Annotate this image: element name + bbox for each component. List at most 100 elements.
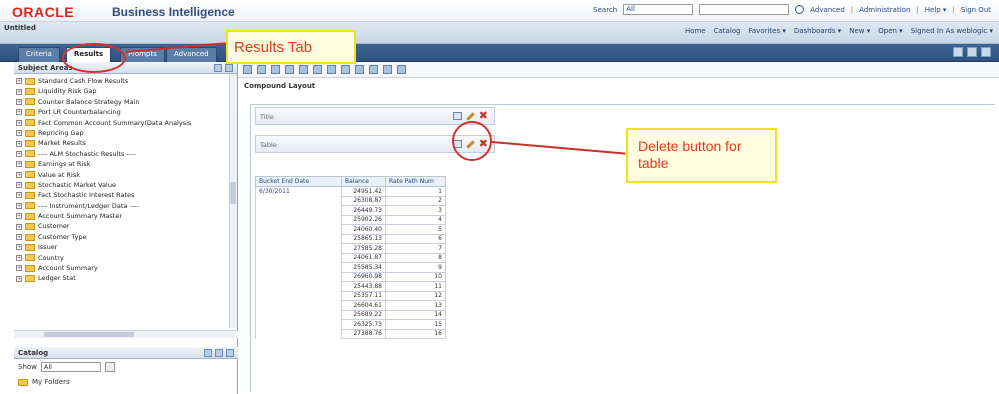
subject-area-item[interactable]: + Fact Common Account Summary(Data Analys…: [16, 118, 237, 128]
subject-area-label[interactable]: Country: [38, 253, 64, 263]
chart-icon[interactable]: [397, 65, 406, 74]
search-scope-select[interactable]: All: [623, 4, 694, 15]
pivot-icon[interactable]: [369, 65, 378, 74]
edit-view-icon[interactable]: [466, 111, 475, 121]
chevron-down-icon[interactable]: [104, 362, 115, 372]
tree-horizontal-scrollbar[interactable]: [14, 330, 238, 338]
search-icon[interactable]: [795, 5, 805, 14]
catalog-root[interactable]: My Folders: [32, 378, 70, 386]
expand-icon[interactable]: +: [16, 213, 22, 220]
subject-area-item[interactable]: + Customer: [16, 221, 237, 231]
subject-area-item[interactable]: + Issuer: [16, 242, 237, 252]
expand-icon[interactable]: +: [16, 88, 22, 95]
expand-icon[interactable]: +: [16, 78, 22, 85]
expand-icon[interactable]: +: [16, 171, 22, 178]
expand-icon[interactable]: +: [16, 140, 22, 147]
open-menu[interactable]: Open ▾: [878, 27, 902, 35]
home-link[interactable]: Home: [685, 27, 706, 35]
save-as-icon[interactable]: [967, 47, 977, 57]
expand-icon[interactable]: +: [16, 98, 22, 105]
subject-area-label[interactable]: Customer Type: [38, 232, 87, 242]
show-select[interactable]: All: [40, 362, 101, 372]
expand-icon[interactable]: +: [16, 130, 22, 137]
catalog-refresh-icon[interactable]: [226, 349, 234, 357]
view-properties-icon[interactable]: [452, 112, 462, 120]
subject-area-label[interactable]: Stochastic Market Value: [38, 180, 116, 190]
expand-icon[interactable]: +: [16, 275, 22, 282]
subject-area-item[interactable]: + ---- ALM Stochastic Results ----: [16, 149, 237, 159]
favorites-menu[interactable]: Favorites ▾: [749, 27, 786, 35]
subject-area-item[interactable]: + Repricing Gap: [16, 128, 237, 138]
subject-area-item[interactable]: + Customer Type: [16, 232, 237, 242]
add-icon[interactable]: [225, 64, 233, 72]
subject-area-item[interactable]: + ---- Instrument/Ledger Data ----: [16, 201, 237, 211]
expand-icon[interactable]: +: [16, 109, 22, 116]
subject-area-item[interactable]: + Counter Balance Strategy Main: [16, 97, 237, 107]
sort-icon[interactable]: [327, 65, 336, 74]
tree-vertical-scrollbar[interactable]: [229, 74, 237, 328]
subject-area-label[interactable]: Ledger Stat: [38, 273, 76, 283]
expand-icon[interactable]: +: [16, 244, 22, 251]
export-icon[interactable]: [257, 65, 266, 74]
filter-icon[interactable]: [313, 65, 322, 74]
subject-area-item[interactable]: + Account Summary Master: [16, 211, 237, 221]
expand-icon[interactable]: +: [16, 265, 22, 272]
subject-area-item[interactable]: + Earnings at Risk: [16, 159, 237, 169]
column-header[interactable]: Bucket End Date: [255, 176, 342, 187]
catalog-search-icon[interactable]: [204, 349, 212, 357]
scroll-thumb[interactable]: [44, 332, 134, 337]
subject-area-item[interactable]: + Market Results: [16, 138, 237, 148]
new-view-icon[interactable]: [299, 65, 308, 74]
save-icon[interactable]: [341, 65, 350, 74]
expand-icon[interactable]: +: [16, 161, 22, 168]
properties-icon[interactable]: [383, 65, 392, 74]
tab-criteria[interactable]: Criteria: [18, 47, 60, 62]
sign-out-link[interactable]: Sign Out: [961, 6, 991, 14]
preview-icon[interactable]: [271, 65, 280, 74]
refresh-icon[interactable]: [285, 65, 294, 74]
subject-area-label[interactable]: Counter Balance Strategy Main: [38, 97, 139, 107]
subject-area-label[interactable]: Value at Risk: [38, 170, 80, 180]
expand-icon[interactable]: +: [16, 223, 22, 230]
save-icon[interactable]: [953, 47, 963, 57]
subject-area-label[interactable]: Fact Stochastic Interest Rates: [38, 190, 134, 200]
subject-area-item[interactable]: + Port LR Counterbalancing: [16, 107, 237, 117]
subject-area-item[interactable]: + Standard Cash Flow Results: [16, 76, 237, 86]
subject-area-label[interactable]: Account Summary: [38, 263, 98, 273]
refresh-icon[interactable]: [214, 64, 222, 72]
advanced-link[interactable]: Advanced: [810, 6, 845, 14]
subject-area-label[interactable]: Earnings at Risk: [38, 159, 90, 169]
dashboards-menu[interactable]: Dashboards ▾: [794, 27, 841, 35]
subject-area-label[interactable]: Port LR Counterbalancing: [38, 107, 121, 117]
subject-area-item[interactable]: + Liquidity Risk Gap: [16, 86, 237, 96]
catalog-root-row[interactable]: My Folders: [14, 375, 238, 389]
subject-area-label[interactable]: Fact Common Account Summary(Data Analysi…: [38, 118, 191, 128]
subject-area-item[interactable]: + Value at Risk: [16, 170, 237, 180]
subject-area-label[interactable]: Account Summary Master: [38, 211, 122, 221]
user-menu[interactable]: Signed In As weblogic ▾: [911, 27, 993, 35]
subject-area-label[interactable]: Market Results: [38, 138, 86, 148]
layout-icon[interactable]: [355, 65, 364, 74]
help-icon[interactable]: [981, 47, 991, 57]
expand-icon[interactable]: +: [16, 150, 22, 157]
help-menu[interactable]: Help ▾: [925, 6, 947, 14]
subject-area-label[interactable]: Standard Cash Flow Results: [38, 76, 128, 86]
expand-icon[interactable]: +: [16, 254, 22, 261]
subject-area-item[interactable]: + Ledger Stat: [16, 273, 237, 283]
catalog-edit-icon[interactable]: [215, 349, 223, 357]
expand-icon[interactable]: +: [16, 182, 22, 189]
delete-view-icon[interactable]: ✖: [479, 110, 488, 121]
subject-area-label[interactable]: Repricing Gap: [38, 128, 84, 138]
subject-area-label[interactable]: ---- Instrument/Ledger Data ----: [38, 201, 139, 211]
subject-area-label[interactable]: ---- ALM Stochastic Results ----: [38, 149, 136, 159]
catalog-link[interactable]: Catalog: [714, 27, 741, 35]
subject-area-item[interactable]: + Fact Stochastic Interest Rates: [16, 190, 237, 200]
administration-link[interactable]: Administration: [859, 6, 910, 14]
subject-area-item[interactable]: + Country: [16, 253, 237, 263]
subject-area-label[interactable]: Issuer: [38, 242, 57, 252]
print-icon[interactable]: [243, 65, 252, 74]
expand-icon[interactable]: +: [16, 234, 22, 241]
search-input[interactable]: [699, 4, 790, 15]
column-header[interactable]: Rate Path Num: [385, 176, 446, 187]
new-menu[interactable]: New ▾: [849, 27, 870, 35]
